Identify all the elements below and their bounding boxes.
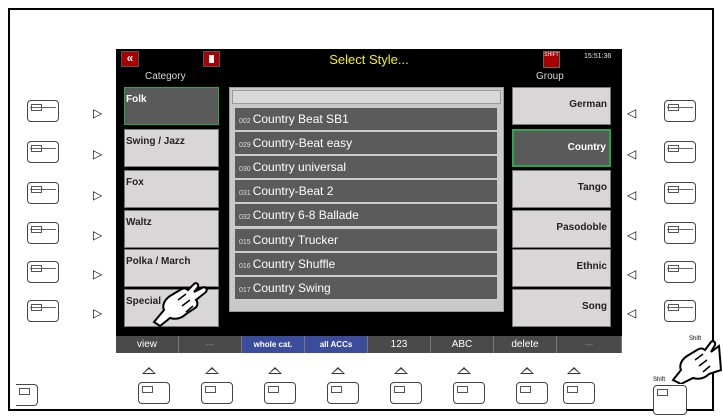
clock: 15:51:36 [584,53,612,60]
arrow-left-icon: ◁ [627,306,637,320]
style-name: Country universal [252,160,347,174]
arrow-up-icon [520,367,534,374]
right-physical-button-5[interactable] [664,261,696,283]
style-list-item[interactable]: 031 Country-Beat 2 [235,180,497,203]
pointing-hand-icon [152,282,208,328]
category-button-folk[interactable]: Folk [124,87,219,125]
left-physical-button-4[interactable] [27,222,59,244]
category-heading: Category [145,71,186,82]
softkey-abc[interactable]: ABC [431,336,494,353]
arrow-right-icon: ▷ [93,106,103,120]
left-physical-button-2[interactable] [27,141,59,163]
bottom-physical-button-3[interactable] [264,382,296,404]
softkey-all-accs[interactable]: all ACCs [305,336,368,353]
softkey-bar: view --- whole cat. all ACCs 123 ABC del… [116,336,622,353]
group-button-german[interactable]: German [512,87,611,125]
style-number: 029 [239,142,251,149]
left-physical-button-3[interactable] [27,182,59,204]
bottom-physical-button-7[interactable] [516,382,548,404]
arrow-up-icon [457,367,471,374]
style-list-item[interactable]: 017 Country Swing [235,277,497,300]
group-button-ethnic[interactable]: Ethnic [512,249,611,287]
arrow-left-icon: ◁ [627,267,637,281]
title-bar: « Select Style... SHIFT 15:51:36 [116,49,622,71]
arrow-right-icon: ▷ [93,188,103,202]
group-button-tango[interactable]: Tango [512,170,611,208]
bottom-physical-button-8[interactable] [563,382,595,404]
arrow-up-icon [142,367,156,374]
category-button-swing-jazz[interactable]: Swing / Jazz [124,129,219,167]
left-physical-button-5[interactable] [27,261,59,283]
group-button-song[interactable]: Song [512,289,611,327]
pointing-hand-icon [671,340,723,384]
group-button-pasodoble[interactable]: Pasodoble [512,210,611,248]
softkey-view[interactable]: view [116,336,179,353]
style-name: Country-Beat 2 [252,184,334,198]
style-number: 032 [239,214,251,221]
softkey-whole-cat[interactable]: whole cat. [242,336,305,353]
style-name: Country Swing [252,281,331,295]
group-button-country[interactable]: Country [512,129,611,167]
arrow-up-icon [205,367,219,374]
bottom-physical-button-1[interactable] [138,382,170,404]
right-physical-button-6[interactable] [664,300,696,322]
category-button-waltz[interactable]: Waltz [124,210,219,248]
style-number: 016 [239,263,251,270]
style-number: 030 [239,166,251,173]
arrow-left-icon: ◁ [627,106,637,120]
style-list-item[interactable]: 002 Country Beat SB1 [235,108,497,131]
bottom-physical-button-4[interactable] [327,382,359,404]
style-name: Country 6-8 Ballade [252,208,359,222]
left-edge-button[interactable] [16,384,38,406]
style-name: Country Beat SB1 [252,112,349,126]
style-list-item[interactable]: 029 Country-Beat easy [235,132,497,155]
list-header [232,90,501,104]
right-physical-button-2[interactable] [664,141,696,163]
style-number: 017 [239,287,251,294]
shift-button[interactable] [653,385,687,415]
style-name: Country Shuffle [252,257,336,271]
style-name: Country Trucker [252,233,339,247]
style-list-item[interactable]: 032 Country 6-8 Ballade [235,204,497,227]
softkey-delete[interactable]: delete [494,336,557,353]
style-list-item[interactable]: 030 Country universal [235,156,497,179]
arrow-right-icon: ▷ [93,267,103,281]
bottom-physical-button-2[interactable] [201,382,233,404]
arrow-left-icon: ◁ [627,228,637,242]
right-physical-button-1[interactable] [664,100,696,122]
arrow-up-icon [268,367,282,374]
arrow-left-icon: ◁ [627,188,637,202]
arrow-right-icon: ▷ [93,147,103,161]
left-physical-button-6[interactable] [27,300,59,322]
arrow-right-icon: ▷ [93,228,103,242]
left-physical-button-1[interactable] [27,100,59,122]
arrow-up-icon [331,367,345,374]
arrow-up-icon [567,367,581,374]
right-physical-button-3[interactable] [664,182,696,204]
style-number: 015 [239,239,251,246]
shift-indicator: SHIFT [543,51,560,68]
bottom-physical-button-5[interactable] [390,382,422,404]
softkey-empty[interactable]: --- [179,336,242,353]
softkey-empty[interactable]: --- [557,336,622,353]
bottom-physical-button-6[interactable] [453,382,485,404]
style-number: 031 [239,190,251,197]
softkey-123[interactable]: 123 [368,336,431,353]
arrow-right-icon: ▷ [93,306,103,320]
style-name: Country-Beat easy [252,136,353,150]
arrow-up-icon [394,367,408,374]
right-physical-button-4[interactable] [664,222,696,244]
style-list-item[interactable]: 015 Country Trucker [235,229,497,252]
shift-label-lower: Shift [653,377,666,383]
group-heading: Group [536,71,564,82]
style-number: 002 [239,118,251,125]
category-button-fox[interactable]: Fox [124,170,219,208]
style-list-item[interactable]: 016 Country Shuffle [235,253,497,276]
arrow-left-icon: ◁ [627,147,637,161]
